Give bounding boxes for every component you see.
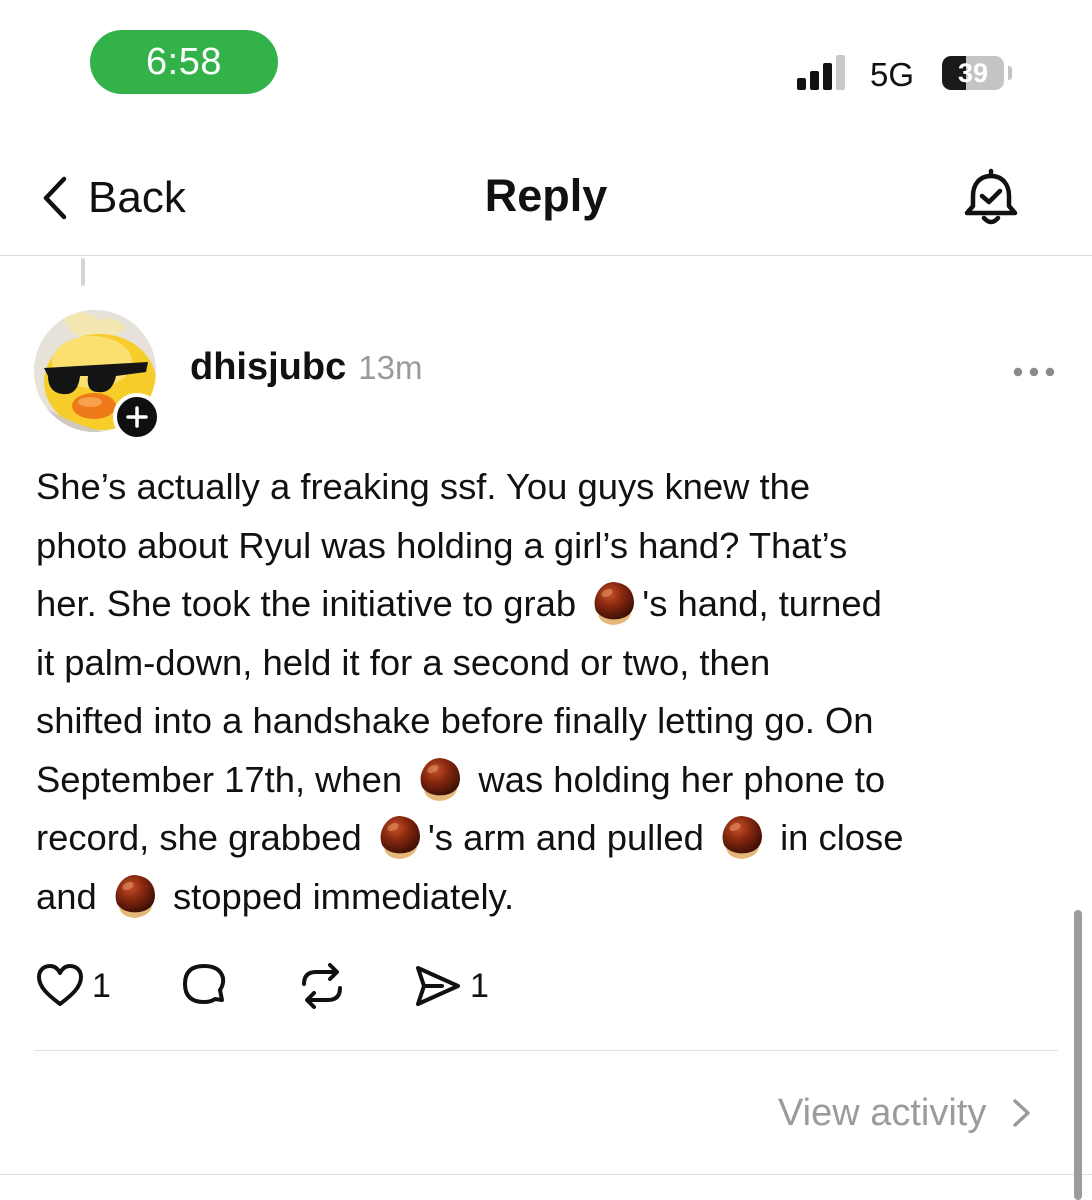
post-text-segment: record, she grabbed [36,817,362,858]
battery-tip [1008,66,1012,80]
repost-icon [302,963,342,1009]
like-button[interactable]: 1 [34,960,111,1012]
post-text-line: shifted into a handshake before finally … [36,700,874,741]
signal-strength-icon [797,54,849,90]
chestnut-emoji-icon [110,871,160,921]
chestnut-emoji-icon [717,812,767,862]
divider [34,1050,1058,1051]
more-options-button[interactable] [1010,360,1058,384]
comment-icon [183,964,226,1004]
status-bar: 6:58 5G 39 [0,0,1092,130]
post-text-segment: September 17th, when [36,758,403,800]
plus-icon [126,406,148,428]
battery-icon: 39 [942,56,1004,90]
post-text-line: She’s actually a freaking ssf. You guys … [36,466,811,507]
back-label: Back [88,173,186,222]
divider [0,1174,1092,1175]
view-activity-link[interactable]: View activity [778,1088,1038,1138]
back-button[interactable]: Back [40,170,186,226]
post-text-segment: her. She took the initiative to grab [36,583,577,624]
post-text-segment: 's hand, turned [642,583,882,624]
status-time: 6:58 [90,30,278,94]
chestnut-emoji-icon [375,812,425,862]
post-body: She’s actually a freaking ssf. You guys … [36,458,1066,926]
post-text-line: it palm-down, held it for a second or tw… [36,641,771,683]
post-text-line: her. She took the initiative to grab 's … [36,575,1066,634]
bell-check-icon [964,168,1018,225]
chevron-right-icon [1013,1099,1031,1127]
repost-button[interactable] [294,960,350,1012]
notification-button[interactable] [958,166,1024,232]
battery-level: 39 [957,57,989,88]
post-text-line: September 17th, when was holding her pho… [36,751,1066,810]
post-text-segment: stopped immediately. [172,875,515,917]
scrollbar[interactable] [1074,910,1082,1200]
post-timestamp: 13m [358,349,423,386]
share-count: 1 [470,966,489,1005]
like-count: 1 [92,966,111,1005]
view-activity-label: View activity [778,1091,987,1134]
post-text-line: record, she grabbed 's arm and pulled in… [36,809,1066,868]
chestnut-emoji-icon [415,754,465,804]
comment-button[interactable] [178,960,230,1012]
post-text-segment: was holding her phone to [478,758,886,800]
network-type: 5G [870,56,915,93]
ellipsis-icon [1013,367,1055,377]
post-text-segment: and [36,875,97,917]
chevron-left-icon [43,176,67,220]
post-text-line: and stopped immediately. [36,868,1066,927]
post-text-segment: in close [780,817,904,858]
follow-button[interactable] [113,393,161,441]
heart-icon [37,964,83,1006]
post-text-segment: 's arm and pulled [427,817,704,858]
post-header: dhisjubc 13m [190,346,422,389]
share-button[interactable]: 1 [412,960,489,1012]
nav-bar: Reply Back [0,140,1092,256]
chestnut-emoji-icon [589,578,639,628]
thread-connector [81,258,85,286]
send-icon [416,966,460,1006]
username[interactable]: dhisjubc [190,346,346,389]
post-text-line: photo about Ryul was holding a girl’s ha… [36,524,848,566]
